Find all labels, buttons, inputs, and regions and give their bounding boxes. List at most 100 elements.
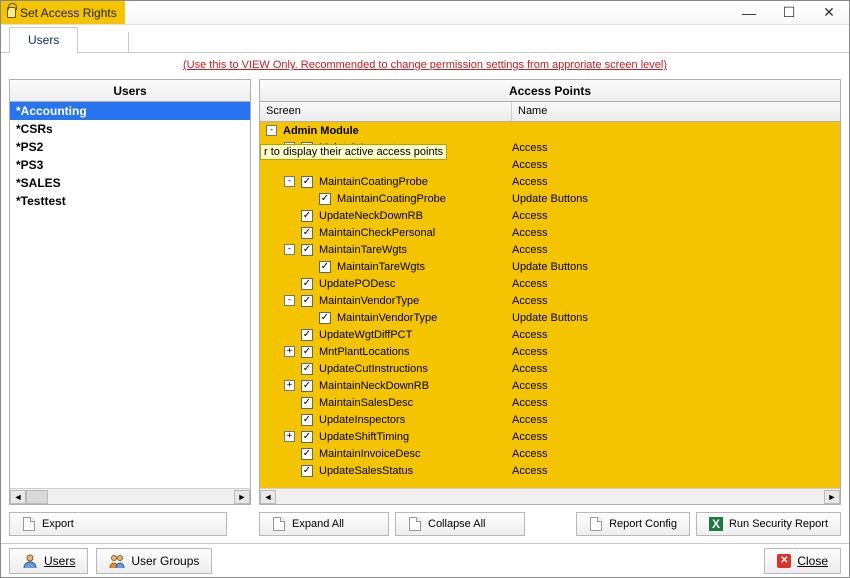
user-groups-icon bbox=[109, 553, 125, 569]
tree-row[interactable]: + ✓ UpdateShiftTiming Access bbox=[260, 428, 840, 445]
tree-row[interactable]: ✓MaintainCheckPersonalAccess bbox=[260, 224, 840, 241]
close-window-button[interactable]: ✕ bbox=[809, 1, 849, 24]
checkbox[interactable]: ✓ bbox=[301, 346, 313, 358]
checkbox[interactable]: ✓ bbox=[319, 261, 331, 273]
expand-all-button[interactable]: Expand All bbox=[259, 512, 389, 536]
panes: Users *Accounting*CSRs*PS2*PS3*SALES*Tes… bbox=[9, 79, 841, 505]
tree-row[interactable]: ✓MaintainTareWgtsUpdate Buttons bbox=[260, 258, 840, 275]
expand-icon[interactable]: + bbox=[284, 346, 295, 357]
tree-value: Access bbox=[512, 448, 547, 460]
excel-icon: X bbox=[709, 517, 723, 531]
tree-row[interactable]: +✓MntPlantLocationsAccess bbox=[260, 343, 840, 360]
checkbox[interactable]: ✓ bbox=[301, 244, 313, 256]
export-button[interactable]: Export bbox=[9, 512, 227, 536]
collapse-icon[interactable]: - bbox=[284, 176, 295, 187]
collapse-all-button[interactable]: Collapse All bbox=[395, 512, 525, 536]
tree-row[interactable]: ✓UpdateNeckDownRBAccess bbox=[260, 207, 840, 224]
expand-icon[interactable]: + bbox=[284, 380, 295, 391]
tree-value: Access bbox=[512, 244, 547, 256]
collapse-icon[interactable]: - bbox=[266, 125, 277, 136]
scroll-right-icon[interactable]: ► bbox=[234, 490, 250, 504]
tree-row[interactable]: ✓UpdateInspectorsAccess bbox=[260, 411, 840, 428]
export-icon bbox=[22, 517, 36, 531]
footer-user-groups-button[interactable]: User Groups bbox=[96, 548, 212, 574]
tree-row[interactable]: ✓UpdatePODescAccess bbox=[260, 275, 840, 292]
users-list-item[interactable]: *PS3 bbox=[10, 156, 250, 174]
tree-row[interactable]: ✓UpdateSalesStatusAccess bbox=[260, 462, 840, 479]
tree-label: MaintainVendorType bbox=[337, 312, 437, 324]
tree-label: UpdateShiftTiming bbox=[319, 431, 409, 443]
tree-label: MaintainInvoiceDesc bbox=[319, 448, 421, 460]
tree-row[interactable]: ✓UpdateWgtDiffPCTAccess bbox=[260, 326, 840, 343]
tree-row[interactable]: -✓ MaintainVendorType Access bbox=[260, 292, 840, 309]
tree-value: Update Buttons bbox=[512, 312, 588, 324]
users-icon bbox=[22, 553, 38, 569]
access-tree[interactable]: -Admin Module+✓MaintainInspectorsAccessA… bbox=[260, 122, 840, 488]
scroll-thumb[interactable] bbox=[26, 490, 48, 504]
tree-row[interactable]: -✓ MaintainTareWgts Access bbox=[260, 241, 840, 258]
tree-row[interactable]: ✓MaintainSalesDescAccess bbox=[260, 394, 840, 411]
toolbar: Export Expand All Collapse All Report Co… bbox=[9, 509, 841, 539]
checkbox[interactable]: ✓ bbox=[301, 329, 313, 341]
users-list-item[interactable]: *Accounting bbox=[10, 102, 250, 120]
tree-label: UpdatePODesc bbox=[319, 278, 395, 290]
collapse-icon[interactable]: - bbox=[284, 244, 295, 255]
checkbox[interactable]: ✓ bbox=[301, 380, 313, 392]
tree-label: UpdateSalesStatus bbox=[319, 465, 413, 477]
expand-icon[interactable]: + bbox=[284, 431, 295, 442]
report-config-button[interactable]: Report Config bbox=[576, 512, 690, 536]
scroll-right-icon[interactable]: ► bbox=[824, 490, 840, 504]
users-list-item[interactable]: *SALES bbox=[10, 174, 250, 192]
tree-label: MaintainTareWgts bbox=[337, 261, 425, 273]
tree-value: Access bbox=[512, 227, 547, 239]
checkbox[interactable]: ✓ bbox=[319, 312, 331, 324]
checkbox[interactable]: ✓ bbox=[301, 414, 313, 426]
column-name[interactable]: Name bbox=[512, 102, 840, 121]
tree-row[interactable]: ✓ MaintainVendorType Update Buttons bbox=[260, 309, 840, 326]
column-screen[interactable]: Screen bbox=[260, 102, 512, 121]
scroll-left-icon[interactable]: ◄ bbox=[10, 490, 26, 504]
tree-value: Access bbox=[512, 295, 547, 307]
users-list-item[interactable]: *CSRs bbox=[10, 120, 250, 138]
tree-row[interactable]: ✓MaintainCoatingProbeUpdate Buttons bbox=[260, 190, 840, 207]
tree-row[interactable]: +✓MaintainNeckDownRBAccess bbox=[260, 377, 840, 394]
checkbox[interactable]: ✓ bbox=[301, 363, 313, 375]
checkbox[interactable]: ✓ bbox=[301, 278, 313, 290]
tree-row[interactable]: -✓MaintainCoatingProbeAccess bbox=[260, 173, 840, 190]
checkbox[interactable]: ✓ bbox=[301, 397, 313, 409]
checkbox[interactable]: ✓ bbox=[319, 193, 331, 205]
run-security-report-button[interactable]: X Run Security Report bbox=[696, 512, 841, 536]
window: Set Access Rights — ☐ ✕ Users (Use this … bbox=[0, 0, 850, 578]
tree-value: Access bbox=[512, 210, 547, 222]
maximize-button[interactable]: ☐ bbox=[769, 1, 809, 24]
checkbox[interactable]: ✓ bbox=[301, 448, 313, 460]
checkbox[interactable]: ✓ bbox=[301, 465, 313, 477]
tabstrip: Users bbox=[1, 25, 849, 53]
tree-value: Access bbox=[512, 431, 547, 443]
tree-row[interactable]: ✓UpdateCutInstructionsAccess bbox=[260, 360, 840, 377]
footer-users-button[interactable]: Users bbox=[9, 548, 88, 574]
tree-row[interactable]: -Admin Module bbox=[260, 122, 840, 139]
users-hscroll[interactable]: ◄ ► bbox=[10, 488, 250, 504]
tree-value: Access bbox=[512, 142, 547, 154]
scroll-left-icon[interactable]: ◄ bbox=[260, 490, 276, 504]
tree-row[interactable]: ✓ MaintainInvoiceDesc Access bbox=[260, 445, 840, 462]
users-list-item[interactable]: *PS2 bbox=[10, 138, 250, 156]
collapse-icon[interactable]: - bbox=[284, 295, 295, 306]
checkbox[interactable]: ✓ bbox=[301, 176, 313, 188]
tree-value: Access bbox=[512, 159, 547, 171]
users-list-item[interactable]: *Testtest bbox=[10, 192, 250, 210]
access-points-pane: Access Points Screen Name -Admin Module+… bbox=[259, 79, 841, 505]
tree-label: MaintainTareWgts bbox=[319, 244, 407, 256]
footer-close-button[interactable]: ✕ Close bbox=[764, 548, 841, 574]
checkbox[interactable]: ✓ bbox=[301, 431, 313, 443]
tree-label: Admin Module bbox=[283, 125, 359, 137]
tab-users[interactable]: Users bbox=[9, 27, 78, 53]
tree-hscroll[interactable]: ◄ ► bbox=[260, 488, 840, 504]
checkbox[interactable]: ✓ bbox=[301, 227, 313, 239]
checkbox[interactable]: ✓ bbox=[301, 210, 313, 222]
minimize-button[interactable]: — bbox=[729, 1, 769, 24]
tree-label: MaintainVendorType bbox=[319, 295, 419, 307]
users-list[interactable]: *Accounting*CSRs*PS2*PS3*SALES*Testtest bbox=[10, 102, 250, 488]
checkbox[interactable]: ✓ bbox=[301, 295, 313, 307]
